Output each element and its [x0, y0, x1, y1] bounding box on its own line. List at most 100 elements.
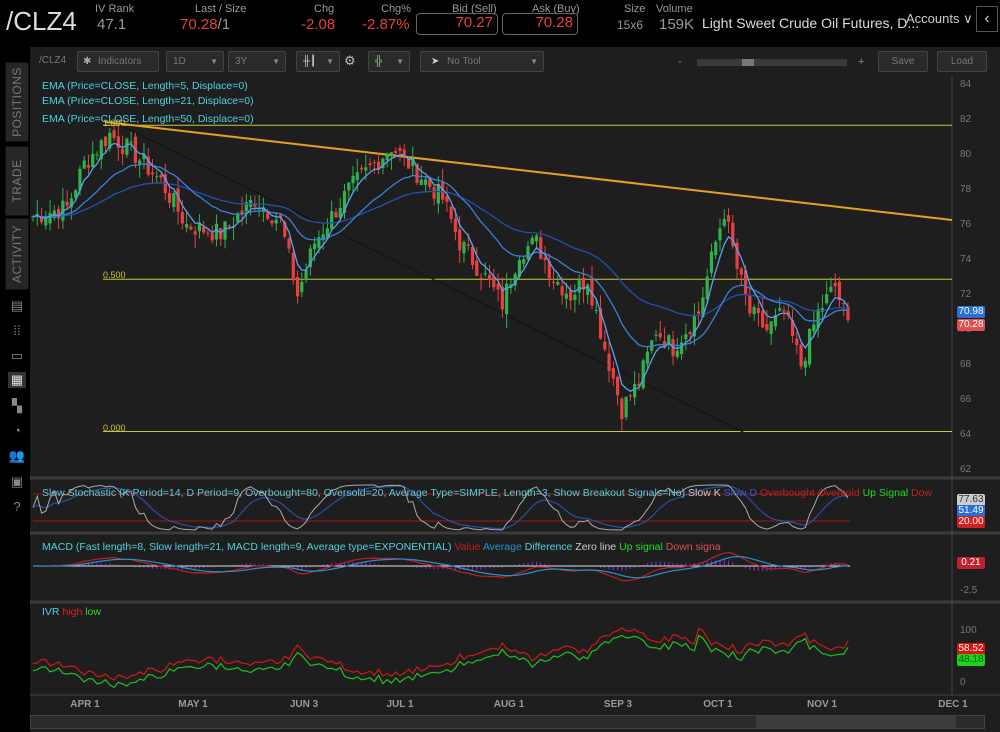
- candle-body: [834, 283, 837, 286]
- trend-line[interactable]: [105, 122, 952, 220]
- ema21-legend[interactable]: EMA (Price=CLOSE, Length=21, Displace=0): [42, 95, 254, 107]
- scrollbar-thumb[interactable]: [756, 716, 956, 728]
- ivr-low: low: [85, 606, 101, 618]
- candle-body: [185, 224, 188, 228]
- candle-body: [804, 361, 807, 368]
- ivr-legend[interactable]: IVR high low: [42, 606, 101, 618]
- panel-dividers: [30, 75, 1000, 695]
- candle-body: [104, 137, 107, 147]
- candle-body: [531, 238, 534, 244]
- time-axis-tick: MAY 1: [178, 699, 207, 710]
- stoch-ob: Overbought: [760, 487, 815, 499]
- candle-body: [795, 339, 798, 345]
- fib-low-label: 0.000: [103, 423, 126, 433]
- ema50-legend[interactable]: EMA (Price=CLOSE, Length=50, Displace=0): [42, 113, 254, 125]
- candle-body: [676, 351, 679, 357]
- ivr-lines: [33, 628, 848, 688]
- ivr-high: high: [62, 606, 82, 618]
- ema5-legend[interactable]: EMA (Price=CLOSE, Length=5, Displace=0): [42, 80, 248, 92]
- candle-body: [202, 227, 205, 232]
- candle-body: [48, 213, 51, 223]
- candle-body: [556, 282, 559, 285]
- horizontal-scrollbar[interactable]: [30, 715, 985, 729]
- candle-body: [458, 229, 461, 250]
- time-axis-tick: AUG 1: [494, 699, 525, 710]
- candle-body: [432, 187, 435, 198]
- candle-body: [211, 233, 214, 240]
- candle-body: [287, 239, 290, 249]
- chart-canvas[interactable]: [0, 0, 1000, 732]
- candle-body: [313, 244, 316, 250]
- price-axis-tick: 78: [960, 184, 971, 195]
- candle-body: [552, 282, 555, 283]
- candle-body: [351, 176, 354, 183]
- stoch-d: Slow D: [724, 487, 757, 499]
- candle-body: [799, 344, 802, 366]
- candle-body: [612, 368, 615, 379]
- candle-body: [629, 396, 632, 397]
- candle-body: [603, 342, 606, 350]
- macd-title: MACD (Fast length=8, Slow length=21, MAC…: [42, 541, 452, 553]
- candle-body: [842, 303, 845, 304]
- candle-body: [808, 329, 811, 365]
- fib-high-label: 1.000: [103, 118, 126, 128]
- macd-lines: [33, 553, 850, 581]
- candle-body: [620, 399, 623, 419]
- candle-body: [228, 226, 231, 227]
- time-axis-tick: APR 1: [70, 699, 99, 710]
- candle-body: [488, 275, 491, 280]
- candle-body: [573, 295, 576, 300]
- candle-body: [130, 142, 133, 143]
- macd-down: Down signa: [666, 541, 721, 553]
- candle-body: [607, 354, 610, 371]
- candle-body: [475, 261, 478, 276]
- stoch-title: Slow Stochastic (K Period=14, D Period=9…: [42, 487, 685, 499]
- candle-body: [215, 224, 218, 240]
- candle-body: [236, 214, 239, 222]
- ivr-low-line: [33, 635, 848, 687]
- candle-body: [454, 219, 457, 232]
- ivr-tick: 0: [960, 677, 966, 688]
- stochastic-legend[interactable]: Slow Stochastic (K Period=14, D Period=9…: [42, 487, 932, 499]
- price-axis-tick: 68: [960, 359, 971, 370]
- ema-lines: [33, 143, 848, 391]
- candle-body: [561, 286, 564, 295]
- candle-body: [539, 237, 542, 259]
- candle-body: [296, 277, 299, 296]
- ivr-tick: 100: [960, 625, 977, 636]
- candle-body: [753, 307, 756, 314]
- candle-body: [697, 311, 700, 313]
- macd-axis-tick: -2.5: [960, 585, 977, 596]
- candle-body: [646, 352, 649, 364]
- candle-body: [360, 168, 363, 170]
- candle-body: [595, 310, 598, 311]
- candle-body: [829, 287, 832, 292]
- macd-legend[interactable]: MACD (Fast length=8, Slow length=21, MAC…: [42, 541, 721, 553]
- macd-value: Value: [454, 541, 480, 553]
- macd-up: Up signal: [619, 541, 663, 553]
- candle-body: [625, 397, 628, 417]
- candle-body: [424, 179, 427, 184]
- candle-body: [757, 308, 760, 313]
- price-axis-tick: 72: [960, 289, 971, 300]
- candle-body: [112, 130, 115, 137]
- candle-body: [44, 218, 47, 225]
- candle-body: [522, 259, 525, 264]
- time-axis-tick: SEP 3: [604, 699, 632, 710]
- macd-value-line: [33, 553, 848, 581]
- candle-body: [253, 205, 256, 207]
- macd-tag: 0.21: [957, 557, 985, 569]
- candle-body: [398, 148, 401, 151]
- candle-body: [633, 384, 636, 397]
- candle-body: [543, 258, 546, 261]
- time-axis-tick: OCT 1: [703, 699, 732, 710]
- candle-body: [347, 182, 350, 190]
- candle-body: [275, 220, 278, 224]
- candle-body: [151, 172, 154, 174]
- candle-body: [748, 295, 751, 313]
- price-axis-tick: 84: [960, 79, 971, 90]
- candle-body: [569, 290, 572, 301]
- stoch-os: Oversold: [818, 487, 860, 499]
- candle-body: [356, 172, 359, 180]
- time-axis-tick: DEC 1: [938, 699, 967, 710]
